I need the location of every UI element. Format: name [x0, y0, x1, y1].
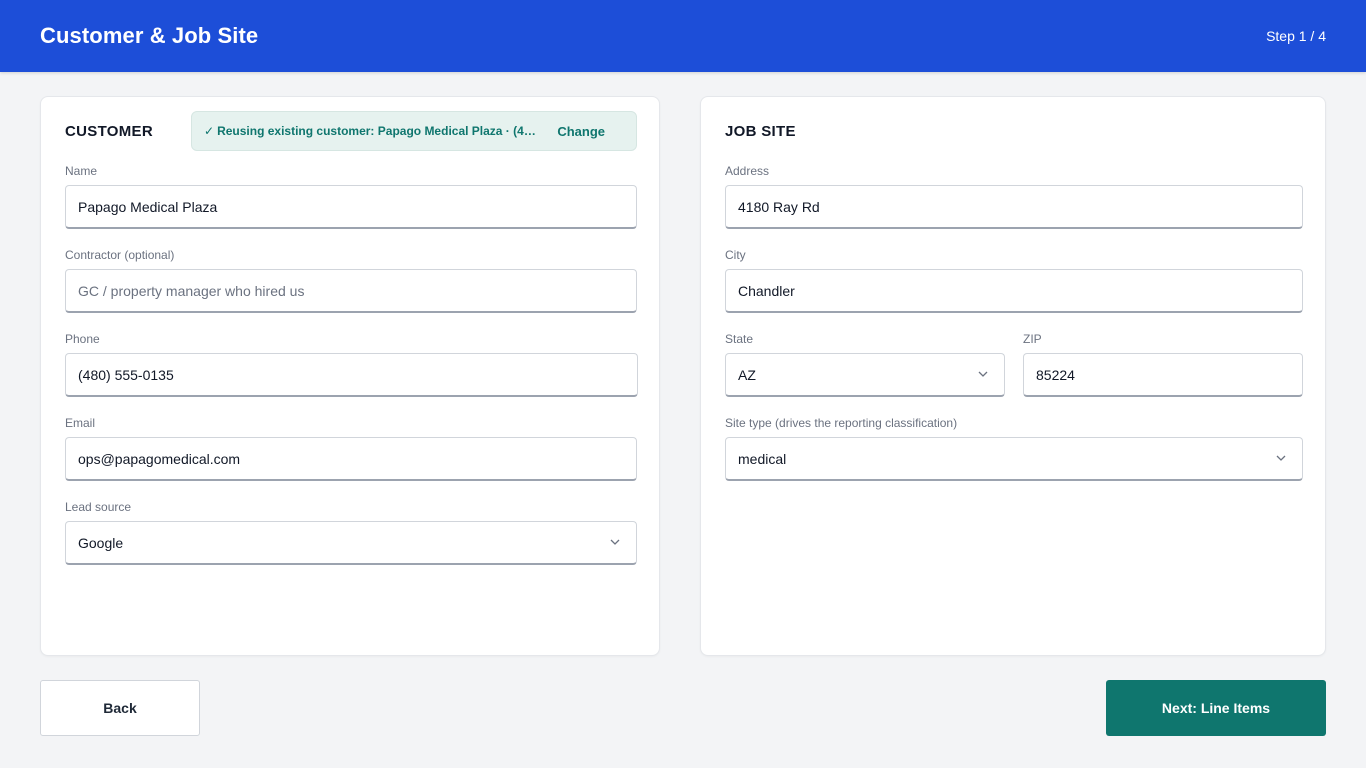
email-label: Email — [65, 416, 96, 430]
state-select[interactable]: AZ — [725, 353, 1005, 397]
lead-source-value: Google — [78, 534, 124, 551]
site-type-value: medical — [738, 450, 787, 467]
name-value: Papago Medical Plaza — [78, 198, 218, 215]
step-indicator: Step 1 / 4 — [1266, 28, 1326, 44]
change-customer-button[interactable]: Change — [557, 124, 605, 139]
zip-input[interactable]: 85224 — [1023, 353, 1303, 397]
zip-value: 85224 — [1036, 366, 1075, 383]
lead-source-label: Lead source — [65, 500, 132, 514]
next-line-items-button[interactable]: Next: Line Items — [1106, 680, 1326, 736]
address-label: Address — [725, 164, 770, 178]
job-site-card: JOB SITE Address 4180 Ray Rd City Chandl… — [700, 96, 1326, 656]
back-button[interactable]: Back — [40, 680, 200, 736]
phone-value: (480) 555-0135 — [78, 366, 174, 383]
state-value: AZ — [738, 366, 756, 383]
city-input[interactable]: Chandler — [725, 269, 1303, 313]
site-type-label: Site type (drives the reporting classifi… — [725, 416, 958, 430]
city-label: City — [725, 248, 746, 262]
job-site-section-title: JOB SITE — [725, 123, 796, 140]
phone-input[interactable]: (480) 555-0135 — [65, 353, 638, 397]
phone-label: Phone — [65, 332, 100, 346]
page-title: Customer & Job Site — [40, 23, 259, 48]
email-value: ops@papagomedical.com — [78, 450, 241, 467]
name-label: Name — [65, 164, 98, 178]
email-input[interactable]: ops@papagomedical.com — [65, 437, 637, 481]
contractor-label: Contractor (optional) — [65, 248, 175, 262]
address-value: 4180 Ray Rd — [738, 198, 820, 215]
name-input[interactable]: Papago Medical Plaza — [65, 185, 637, 229]
customer-card: CUSTOMER ✓ Reusing existing customer: Pap… — [40, 96, 660, 656]
site-type-select[interactable]: medical — [725, 437, 1303, 481]
customer-section-title: CUSTOMER — [65, 123, 153, 140]
chevron-down-icon — [1276, 455, 1286, 461]
reuse-customer-message: ✓ Reusing existing customer: Papago Medic… — [204, 124, 557, 138]
address-input[interactable]: 4180 Ray Rd — [725, 185, 1303, 229]
app-header: Customer & Job Site Step 1 / 4 — [0, 0, 1366, 72]
chevron-down-icon — [610, 539, 620, 545]
reuse-customer-banner: ✓ Reusing existing customer: Papago Medic… — [191, 111, 637, 151]
city-value: Chandler — [738, 282, 795, 299]
contractor-placeholder: GC / property manager who hired us — [78, 282, 305, 299]
reuse-customer-text: Reusing existing customer: Papago Medica… — [217, 124, 558, 138]
check-icon: ✓ — [204, 124, 215, 138]
contractor-input[interactable]: GC / property manager who hired us — [65, 269, 637, 313]
chevron-down-icon — [978, 371, 988, 377]
lead-source-select[interactable]: Google — [65, 521, 637, 565]
zip-label: ZIP — [1023, 332, 1042, 346]
state-label: State — [725, 332, 754, 346]
